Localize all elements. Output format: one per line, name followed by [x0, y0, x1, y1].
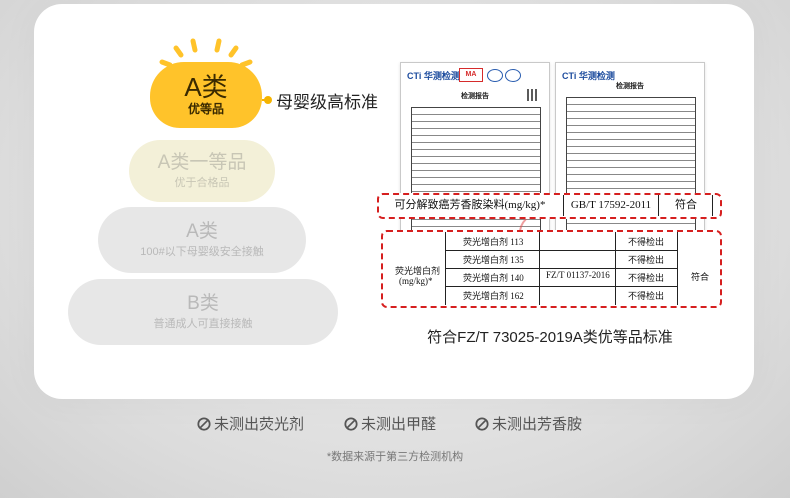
standard-statement: 符合FZ/T 73025-2019A类优等品标准: [427, 329, 673, 346]
tier-a-title: A类: [186, 221, 218, 242]
badge-label: 未测出甲醛: [361, 416, 437, 433]
report-table: [566, 97, 696, 249]
tier-b: B类 普通成人可直接接触: [68, 279, 338, 345]
aromatic-amine-item: 可分解致癌芳香胺染料(mg/kg)*: [394, 199, 546, 211]
fluorescent-agent-result: 荧光增白剂 (mg/kg)* 荧光增白剂 113 荧光增白剂 135 荧光增白剂…: [381, 230, 722, 308]
prohibited-icon: [344, 416, 358, 431]
tier-a-premium-sub: 优等品: [187, 102, 224, 116]
source-note: *数据来源于第三方检测机构: [326, 451, 464, 463]
tier-b-title: B类: [187, 293, 219, 314]
cnas-logo-icon: [505, 69, 521, 82]
fluorescent-row-value: 不得检出: [628, 291, 665, 301]
tier-a-premium: A类 优等品: [150, 62, 262, 128]
aromatic-amine-result: 可分解致癌芳香胺染料(mg/kg)* GB/T 17592-2011 符合: [377, 193, 722, 219]
report-title: 检测报告: [616, 83, 644, 90]
aromatic-amine-standard: GB/T 17592-2011: [570, 199, 652, 211]
test-report-2: CTi 华测检测 检测报告: [555, 62, 705, 254]
report-brand: CTi 华测检测: [407, 71, 460, 81]
badge-label: 未测出荧光剂: [214, 416, 305, 433]
prohibited-icon: [197, 416, 211, 431]
annotation-text: 母婴级高标准: [276, 93, 378, 112]
tier-a-first-class-sub: 优于合格品: [174, 177, 230, 189]
fluorescent-row-name: 荧光增白剂 162: [463, 291, 524, 301]
report-title: 检测报告: [461, 93, 489, 100]
fluorescent-row-value: 不得检出: [628, 255, 665, 265]
tier-a-premium-title: A类: [184, 72, 228, 102]
badge-no-formaldehyde: 未测出甲醛: [344, 413, 436, 434]
tier-a-first-class: A类一等品 优于合格品: [129, 140, 275, 202]
fluorescent-item-line2: (mg/kg)*: [399, 276, 433, 286]
test-report-1: CTi 华测检测 MA 检测报告: [400, 62, 550, 254]
prohibited-icon: [475, 416, 489, 431]
fluorescent-row-value: 不得检出: [628, 237, 665, 247]
fluorescent-row-value: 不得检出: [628, 273, 665, 283]
annotation-dot: [264, 96, 272, 104]
ilac-logo-icon: [487, 69, 503, 82]
tier-b-sub: 普通成人可直接接触: [153, 318, 253, 330]
cma-logo-icon: MA: [459, 68, 483, 82]
badge-label: 未测出芳香胺: [492, 416, 583, 433]
fluorescent-result: 符合: [691, 272, 710, 282]
tier-a: A类 100#以下母婴级安全接触: [98, 207, 306, 273]
tier-a-sub: 100#以下母婴级安全接触: [140, 246, 264, 258]
aromatic-amine-result-value: 符合: [675, 199, 697, 211]
fluorescent-row-name: 荧光增白剂 113: [463, 237, 524, 247]
fluorescent-row-name: 荧光增白剂 135: [463, 255, 524, 265]
badge-no-aromatic-amine: 未测出芳香胺: [475, 413, 582, 434]
badge-no-fluorescent: 未测出荧光剂: [197, 413, 304, 434]
fluorescent-standard: FZ/T 01137-2016: [546, 270, 610, 280]
tier-a-first-class-title: A类一等品: [157, 152, 247, 173]
fluorescent-row-name: 荧光增白剂 140: [463, 273, 524, 283]
